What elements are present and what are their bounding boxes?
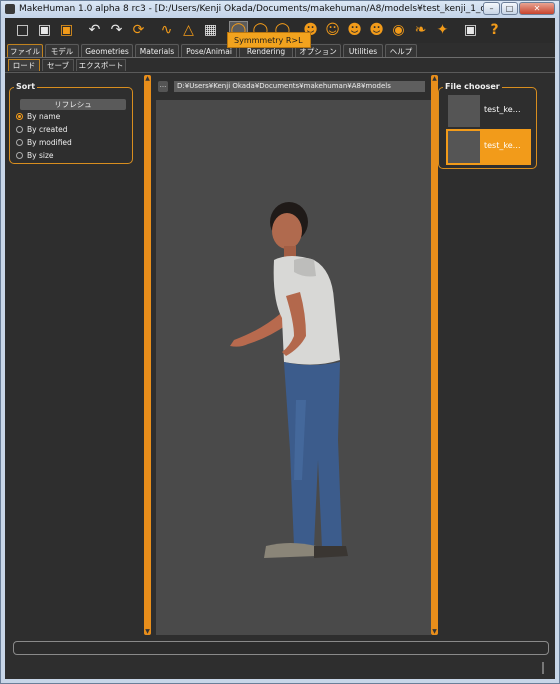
tab-utilities[interactable]: Utilities (343, 44, 383, 57)
sort-title: Sort (14, 82, 38, 91)
title-bar: MakeHuman 1.0 alpha 8 rc3 - [D:/Users/Ke… (1, 1, 559, 18)
subtab-export[interactable]: エクスポート (76, 59, 126, 71)
tab-file[interactable]: ファイル (7, 44, 43, 57)
file-chooser-title: File chooser (443, 82, 502, 91)
radio-checked-icon (16, 113, 23, 120)
sort-by-name-radio[interactable]: By name (16, 112, 60, 122)
file-thumbnail (448, 131, 480, 163)
redo-icon[interactable]: ↷ (107, 21, 126, 40)
undo-icon[interactable]: ↶ (85, 21, 104, 40)
left-scrollbar[interactable]: ▲ ▼ (144, 75, 151, 635)
radio-unchecked-icon (16, 126, 23, 133)
file-name: test_ke… (484, 105, 521, 114)
top-view-icon[interactable]: ◉ (389, 21, 408, 40)
export-file-icon[interactable]: ▣ (57, 21, 76, 40)
scroll-down-icon[interactable]: ▼ (431, 628, 438, 635)
new-file-icon[interactable]: □ (13, 21, 32, 40)
smooth-icon[interactable]: ∿ (157, 21, 176, 40)
symmetry-tooltip: Symmmetry R>L (227, 32, 311, 48)
browse-button[interactable]: ... (158, 81, 168, 92)
app-icon (5, 4, 15, 14)
reset-icon[interactable]: ⟳ (129, 21, 148, 40)
path-field[interactable]: D:¥Users¥Kenji Okada¥Documents¥makehuman… (174, 81, 425, 92)
background-icon[interactable]: ▦ (201, 21, 220, 40)
maximize-button[interactable]: □ (501, 2, 518, 15)
file-subtabs: ロード セーブ エクスポート (5, 58, 555, 73)
left-view-icon[interactable]: ☻ (345, 21, 364, 40)
file-thumbnail (448, 95, 480, 127)
scroll-down-icon[interactable]: ▼ (144, 628, 151, 635)
tab-help[interactable]: ヘルプ (385, 44, 417, 57)
sort-by-modified-radio[interactable]: By modified (16, 138, 72, 148)
3d-viewport[interactable] (156, 100, 431, 635)
subtab-load[interactable]: ロード (8, 59, 40, 71)
bottom-view-icon[interactable]: ❧ (411, 21, 430, 40)
help-icon[interactable]: ? (485, 21, 504, 40)
radio-unchecked-icon (16, 139, 23, 146)
scroll-up-icon[interactable]: ▲ (431, 75, 438, 82)
tab-geometries[interactable]: Geometries (81, 44, 133, 57)
file-name: test_ke… (484, 141, 521, 150)
sort-panel: Sort リフレシュ By name By created By modifie… (9, 82, 133, 164)
right-view-icon[interactable]: ☻ (367, 21, 386, 40)
window-title: MakeHuman 1.0 alpha 8 rc3 - [D:/Users/Ke… (19, 4, 489, 14)
file-item-selected[interactable]: test_ke… (446, 129, 531, 165)
back-view-icon[interactable]: ☺ (323, 21, 342, 40)
refresh-button[interactable]: リフレシュ (20, 99, 126, 110)
status-bar (13, 641, 549, 655)
path-bar: ... D:¥Users¥Kenji Okada¥Documents¥makeh… (156, 81, 431, 93)
file-chooser-panel: File chooser test_ke… test_ke… (438, 82, 537, 169)
subtab-save[interactable]: セーブ (42, 59, 74, 71)
scroll-up-icon[interactable]: ▲ (144, 75, 151, 82)
save-file-icon[interactable]: ▣ (35, 21, 54, 40)
tab-model[interactable]: モデル (45, 44, 79, 57)
right-scrollbar[interactable]: ▲ ▼ (431, 75, 438, 635)
tab-materials[interactable]: Materials (135, 44, 179, 57)
minimize-button[interactable]: – (483, 2, 500, 15)
resize-grip[interactable] (542, 662, 544, 674)
global-camera-icon[interactable]: ✦ (433, 21, 452, 40)
file-item[interactable]: test_ke… (446, 93, 531, 129)
radio-unchecked-icon (16, 152, 23, 159)
sort-by-size-radio[interactable]: By size (16, 151, 54, 161)
main-window: MakeHuman 1.0 alpha 8 rc3 - [D:/Users/Ke… (0, 0, 560, 684)
wireframe-icon[interactable]: △ (179, 21, 198, 40)
sort-by-created-radio[interactable]: By created (16, 125, 68, 135)
screenshot-icon[interactable]: ▣ (461, 21, 480, 40)
app-client-area: □ ▣ ▣ ↶ ↷ ⟳ ∿ △ ▦ ◯ ◯ ◯ ☻ ☺ ☻ ☻ ◉ ❧ ✦ ▣ … (5, 18, 555, 679)
human-model (230, 202, 348, 558)
close-button[interactable]: ✕ (519, 2, 555, 15)
